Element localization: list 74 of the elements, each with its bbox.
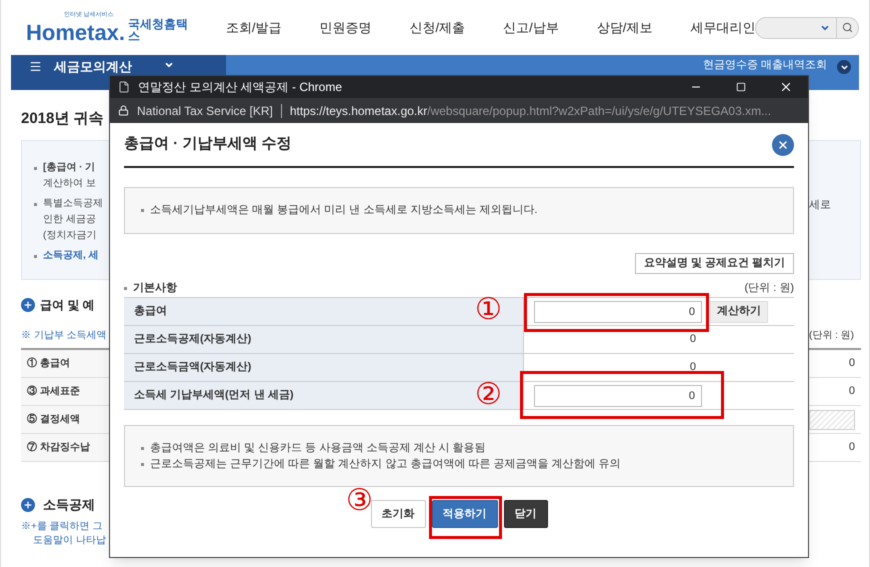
info-text: 특별소득공제: [43, 197, 103, 211]
info-text: 세로: [809, 199, 831, 211]
section-title: 급여 및 예: [40, 297, 95, 314]
caret-icon[interactable]: [164, 60, 174, 70]
close-icon: [777, 138, 789, 150]
bullet-icon: [141, 209, 144, 212]
info-text: (정치자금기: [43, 229, 96, 243]
bullet-icon: [124, 286, 127, 290]
expand-button[interactable]: 요약설명 및 공제요건 펼치기: [634, 253, 794, 274]
menu-icon[interactable]: [29, 60, 42, 73]
calculate-button[interactable]: 계산하기: [710, 300, 768, 322]
section-title: 기본사항: [133, 280, 177, 296]
nav-link[interactable]: 민원증명: [320, 18, 372, 38]
row-value: 0: [688, 332, 697, 348]
row-label: ⑦ 차감징수납: [27, 440, 90, 455]
row-label: 소득세 기납부세액(먼저 낸 세금): [134, 388, 294, 404]
page-icon: [118, 81, 130, 93]
address-bar[interactable]: National Tax Service [KR] https://teys.hometax.go.kr/websquare/popup.html?w2xPath=/ui/ys/e/g/UTEYSEGA03.xm...: [110, 98, 808, 123]
logo-name: 국세청홈택스: [128, 18, 190, 44]
site-name: National Tax Service [KR]: [137, 102, 273, 120]
info-text: 인한 세금공: [43, 213, 96, 227]
nav-link[interactable]: 세무대리인: [690, 18, 756, 38]
window-title: 연말정산 모의계산 세액공제 - Chrome: [138, 79, 342, 96]
bullet-icon: [34, 202, 37, 206]
row-value: 0: [848, 440, 855, 456]
info-link[interactable]: 소득공제, 세: [43, 248, 99, 264]
row-label: 근로소득금액(자동계산): [134, 360, 252, 376]
step-number: ①: [475, 295, 502, 325]
amount-field[interactable]: 0: [534, 384, 702, 406]
menu-title: 세금모의계산: [54, 60, 132, 73]
nav-link[interactable]: 상담/제보: [596, 18, 652, 38]
info-text: 계산하여 보: [43, 177, 96, 191]
unit-label: (단위 : 원): [744, 280, 794, 296]
nav-link[interactable]: 신청/제출: [410, 18, 466, 38]
dialog-title: 총급여 · 기납부세액 수정: [124, 134, 292, 154]
note-text: 근로소득공제는 근무기간에 따른 월할 계산하지 않고 총급여액에 따른 공제금액을 계산함에 유의: [150, 457, 621, 472]
nav-link[interactable]: 신고/납부: [503, 18, 559, 38]
menu-link[interactable]: 현금영수증 매출내역조회: [702, 60, 827, 71]
bullet-icon: [34, 254, 37, 258]
search-field[interactable]: [755, 16, 859, 38]
section-title: 소득공제: [43, 496, 95, 514]
page-heading: 2018년 귀속: [21, 109, 105, 128]
step-number: ③: [346, 486, 373, 516]
row-label: ⑤ 결정세액: [27, 412, 80, 427]
bullet-icon: [141, 462, 144, 466]
note-text: 총급여액은 의료비 및 신용카드 등 사용금액 소득공제 계산 시 활용됨: [150, 441, 486, 456]
row-value: 0: [848, 384, 855, 400]
nav-link[interactable]: 조회/발급: [226, 18, 282, 38]
bullet-icon: [34, 166, 37, 170]
expand-icon[interactable]: [837, 60, 851, 74]
row-label: 총급여: [134, 304, 167, 320]
logo-wordmark[interactable]: Hometax.: [26, 22, 126, 44]
help-note: 도움말이 나타납: [32, 534, 107, 548]
row-value: 0: [688, 360, 697, 376]
row-label: ③ 과세표준: [27, 384, 80, 399]
help-note: ※+를 클릭하면 그: [21, 520, 104, 534]
unit-label: (단위 : 원): [809, 329, 855, 342]
url-text: https://teys.hometax.go.kr/websquare/popup.html?w2xPath=/ui/ys/e/g/UTEYSEGA03.xm...: [290, 102, 772, 120]
info-text: [총급여 · 기: [43, 161, 96, 175]
amount-field[interactable]: 0: [534, 300, 702, 322]
disabled-field: [809, 410, 855, 430]
section-note: ※ 기납부 소득세액: [21, 329, 108, 342]
reset-button[interactable]: 초기화: [370, 500, 426, 528]
maximize-icon: [736, 82, 746, 92]
row-label: ① 총급여: [27, 356, 70, 371]
notice-text: 소득세기납부세액은 매월 봉급에서 미리 낸 소득세로 지방소득세는 제외됩니다.: [150, 203, 538, 218]
bullet-icon: [141, 446, 144, 450]
apply-button[interactable]: 적용하기: [432, 500, 498, 528]
step-number: ②: [475, 380, 502, 410]
search-icon: [842, 22, 853, 33]
row-value: 0: [848, 356, 855, 372]
close-button[interactable]: 닫기: [504, 500, 548, 528]
row-label: 근로소득공제(자동계산): [134, 332, 252, 348]
lock-icon: [118, 105, 129, 116]
